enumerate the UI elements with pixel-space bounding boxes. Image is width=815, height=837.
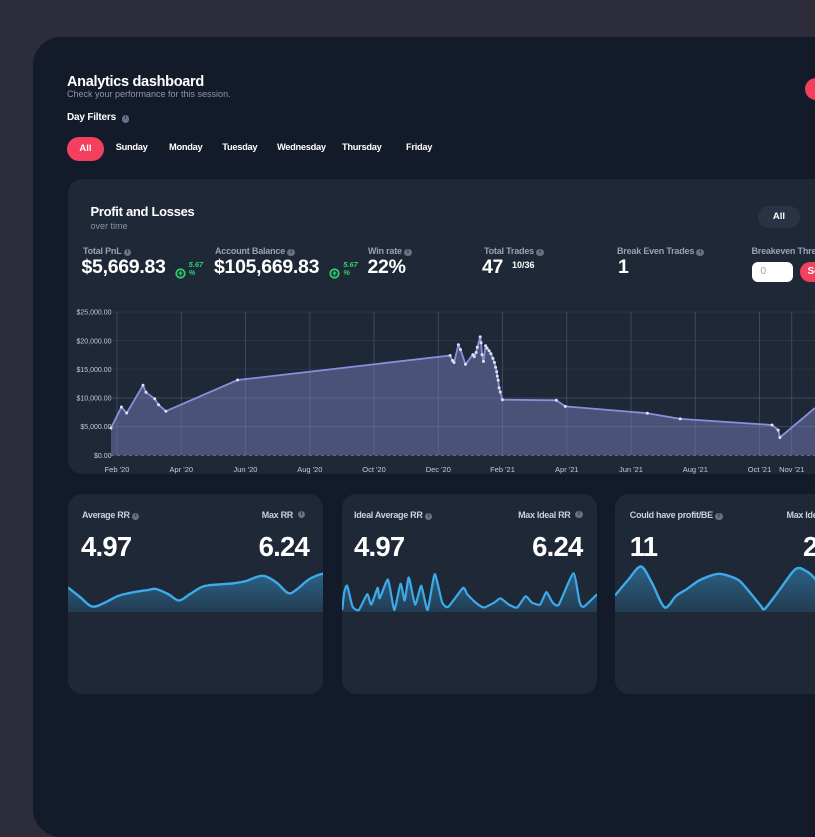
svg-text:Apr '21: Apr '21 [555, 465, 579, 474]
svg-text:Apr '20: Apr '20 [170, 465, 194, 474]
svg-text:$20,000.00: $20,000.00 [76, 338, 111, 345]
svg-text:$25,000.00: $25,000.00 [76, 310, 111, 317]
svg-text:Feb '20: Feb '20 [105, 465, 130, 474]
svg-text:Nov '21: Nov '21 [779, 465, 804, 474]
svg-text:Aug '20: Aug '20 [297, 465, 322, 474]
svg-text:Oct '21: Oct '21 [748, 465, 772, 474]
svg-text:Aug '21: Aug '21 [683, 465, 708, 474]
svg-text:Dec '20: Dec '20 [426, 465, 451, 474]
svg-text:Jun '21: Jun '21 [619, 465, 643, 474]
svg-text:$10,000.00: $10,000.00 [76, 396, 111, 403]
svg-text:$5,000.00: $5,000.00 [80, 424, 111, 431]
svg-text:Jun '20: Jun '20 [234, 465, 258, 474]
svg-text:Oct '20: Oct '20 [362, 465, 386, 474]
svg-text:Feb '21: Feb '21 [490, 465, 515, 474]
svg-text:$0.00: $0.00 [94, 453, 112, 460]
svg-text:$15,000.00: $15,000.00 [76, 367, 111, 374]
